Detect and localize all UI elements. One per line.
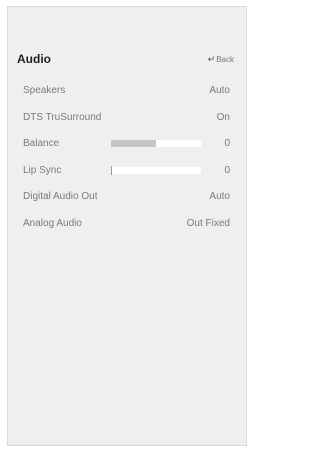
audio-menu-panel: Audio ↵ Back Speakers Auto DTS TruSurrou… bbox=[7, 6, 247, 446]
menu-item-value: Auto bbox=[209, 191, 230, 202]
lip-sync-slider-marker bbox=[111, 165, 112, 175]
menu-item-label: Digital Audio Out bbox=[23, 191, 98, 202]
menu-item-label: Speakers bbox=[23, 85, 66, 96]
audio-settings-list: Speakers Auto DTS TruSurround On Balance… bbox=[8, 81, 246, 240]
menu-item-value: 0 bbox=[224, 138, 230, 149]
menu-item-value: Auto bbox=[209, 85, 230, 96]
lip-sync-slider[interactable] bbox=[111, 165, 201, 175]
balance-slider[interactable] bbox=[111, 140, 201, 147]
balance-slider-fill bbox=[111, 140, 156, 147]
menu-item-label: DTS TruSurround bbox=[23, 111, 102, 123]
back-button-label: Back bbox=[216, 55, 234, 64]
menu-item-label: Balance bbox=[23, 138, 60, 149]
menu-item-label: Lip Sync bbox=[23, 164, 62, 176]
menu-item-analog-audio[interactable]: Analog Audio Out Fixed bbox=[8, 214, 246, 241]
back-arrow-icon: ↵ bbox=[207, 54, 216, 64]
menu-item-dts-trusurround[interactable]: DTS TruSurround On bbox=[8, 108, 246, 135]
back-button[interactable]: ↵ Back bbox=[208, 54, 234, 65]
menu-item-lip-sync[interactable]: Lip Sync 0 bbox=[8, 161, 246, 188]
menu-item-value: On bbox=[216, 111, 230, 123]
menu-item-balance[interactable]: Balance 0 bbox=[8, 134, 246, 161]
menu-item-value: Out Fixed bbox=[186, 217, 230, 229]
menu-item-speakers[interactable]: Speakers Auto bbox=[8, 81, 246, 108]
menu-item-value: 0 bbox=[224, 164, 230, 176]
menu-title: Audio bbox=[17, 52, 51, 66]
menu-item-digital-audio-out[interactable]: Digital Audio Out Auto bbox=[8, 187, 246, 214]
menu-header: Audio ↵ Back bbox=[8, 51, 246, 71]
menu-item-label: Analog Audio bbox=[23, 217, 82, 229]
